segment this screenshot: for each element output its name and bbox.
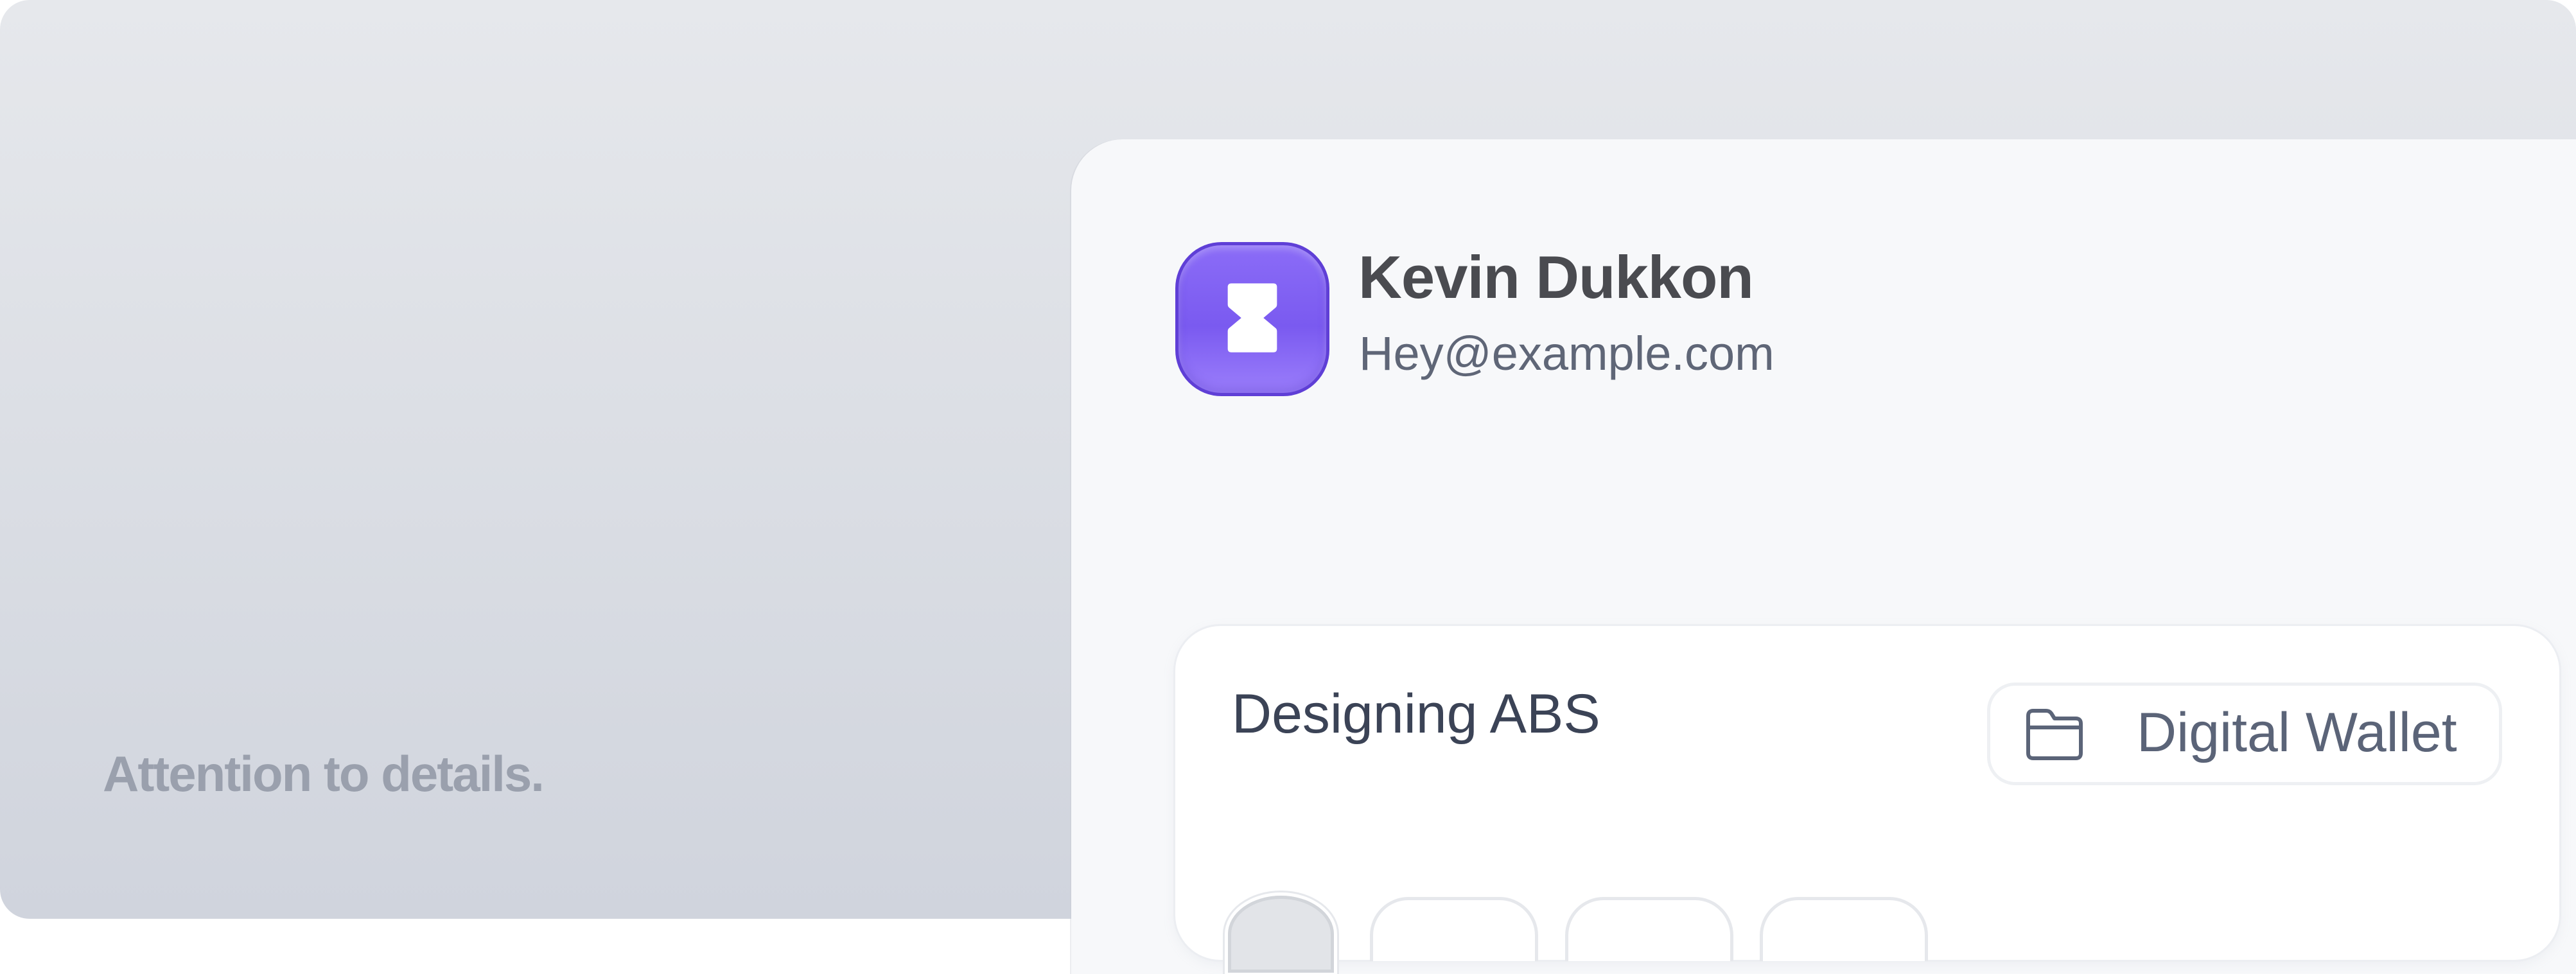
tag-chip[interactable] [1370, 897, 1538, 961]
digital-wallet-label: Digital Wallet [2137, 702, 2457, 763]
user-name: Kevin Dukkon [1358, 243, 1754, 311]
user-email: Hey@example.com [1359, 327, 1774, 380]
project-title: Designing ABS [1232, 683, 1600, 745]
folder-icon [2026, 709, 2083, 760]
avatar [1228, 896, 1334, 973]
caption-text: Attention to details. [103, 745, 545, 802]
tag-chip[interactable] [1760, 897, 1928, 961]
tag-chip[interactable] [1565, 897, 1733, 961]
hourglass-icon [1175, 242, 1329, 396]
